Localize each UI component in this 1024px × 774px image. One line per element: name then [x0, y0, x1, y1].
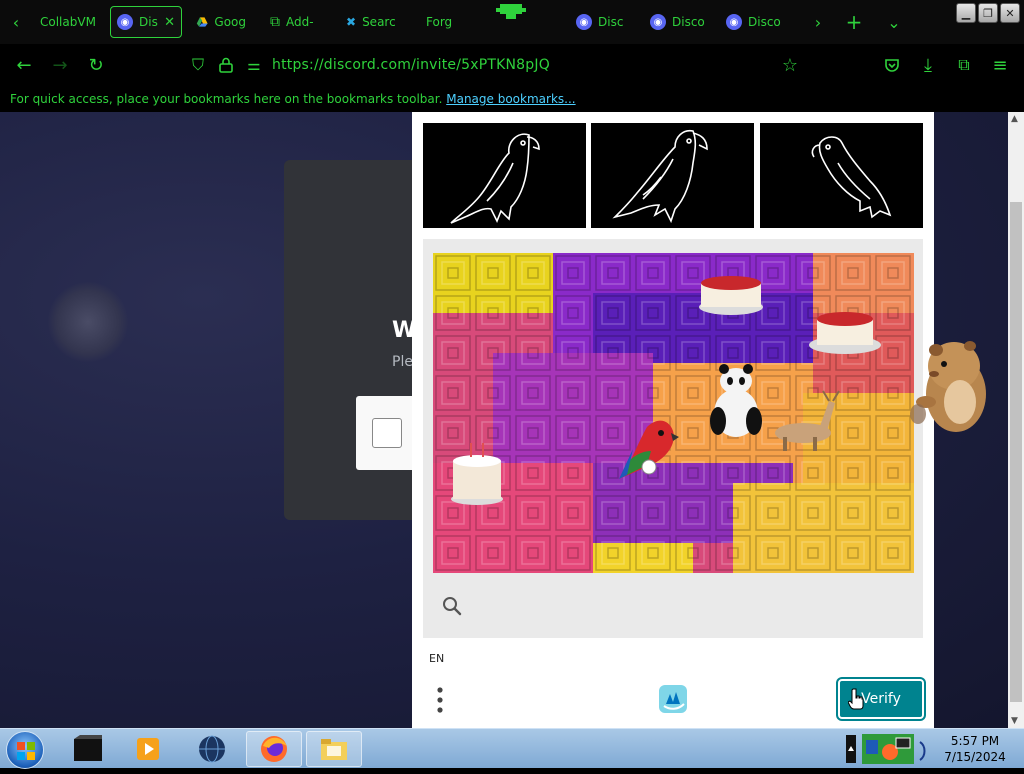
tab-discord-2[interactable]: ◉ Disc — [570, 6, 638, 38]
tab-discord-active[interactable]: ◉ Dis ✕ — [110, 6, 182, 38]
tab-strip: ‹ CollabVM ◉ Dis ✕ Goog ⧉ Add- ✖ Searc F… — [0, 0, 1024, 44]
discord-icon: ◉ — [726, 14, 742, 30]
clock-date: 7/15/2024 — [944, 750, 1006, 764]
media-player-icon — [137, 738, 159, 760]
taskbar-media-player[interactable] — [120, 731, 176, 767]
google-drive-icon — [196, 17, 208, 27]
bookmarks-toolbar: For quick access, place your bookmarks h… — [0, 86, 1024, 112]
back-icon[interactable]: ← — [12, 53, 36, 77]
downloads-icon[interactable]: ⤓ — [916, 53, 940, 77]
discord-icon: ◉ — [117, 14, 133, 30]
network-icon — [866, 740, 878, 754]
restore-icon[interactable]: ❐ — [978, 3, 998, 23]
page-scrollbar[interactable]: ▲ ▼ — [1008, 112, 1024, 728]
taskbar-terminal[interactable] — [60, 731, 116, 767]
more-options-icon[interactable] — [436, 686, 444, 714]
alien-icon — [496, 2, 526, 20]
tab-label: Disco — [748, 15, 781, 29]
bookmark-star-icon[interactable]: ☆ — [778, 53, 802, 77]
challenge-area — [423, 239, 923, 638]
minimize-icon[interactable]: ▁ — [956, 3, 976, 23]
permissions-icon[interactable]: ⚌ — [242, 53, 266, 77]
language-selector[interactable]: EN — [429, 652, 444, 665]
forward-icon[interactable]: → — [48, 53, 72, 77]
puzzle-icon: ⧉ — [270, 14, 280, 30]
reload-icon[interactable]: ↻ — [84, 53, 108, 77]
firefox-icon — [261, 736, 287, 762]
tab-search[interactable]: ✖ Searc — [340, 6, 410, 38]
taskbar-clock[interactable]: 5:57 PM 7/15/2024 — [940, 733, 1010, 765]
tab-discord-3[interactable]: ◉ Disco — [644, 6, 712, 38]
background-orb — [48, 282, 128, 362]
taskbar-file-manager[interactable] — [306, 731, 362, 767]
monitor-tray-icon — [895, 737, 911, 749]
shield-icon[interactable]: ⛉ — [186, 53, 210, 77]
zoom-icon[interactable] — [441, 595, 463, 617]
close-tab-icon[interactable]: ✕ — [164, 15, 175, 30]
tab-collabvm[interactable]: CollabVM — [34, 6, 100, 38]
manage-bookmarks-link[interactable]: Manage bookmarks... — [446, 92, 575, 106]
extensions-icon[interactable]: ⧉ — [952, 53, 976, 77]
discord-icon: ◉ — [576, 14, 592, 30]
scroll-up-icon[interactable]: ▲ — [1011, 114, 1018, 124]
card-subtext: Ple — [392, 354, 413, 370]
start-button[interactable] — [6, 731, 44, 769]
discord-icon: ◉ — [650, 14, 666, 30]
tab-label: Disco — [672, 15, 705, 29]
example-image-parrot-2 — [591, 123, 754, 228]
show-hidden-icons-icon[interactable] — [846, 735, 856, 763]
blue-x-icon: ✖ — [346, 15, 357, 29]
windows-taskbar: 5:57 PM 7/15/2024 — [0, 728, 1024, 769]
new-tab-icon[interactable]: + — [842, 10, 866, 34]
tab-label: Searc — [362, 15, 396, 29]
tab-forg[interactable]: Forg — [420, 6, 486, 38]
volume-icon — [919, 741, 926, 761]
tab-label: CollabVM — [40, 15, 96, 29]
captcha-checkbox[interactable] — [372, 418, 402, 448]
cake-object — [699, 276, 763, 315]
windows-logo-icon — [17, 742, 35, 760]
clock-time: 5:57 PM — [950, 734, 1000, 748]
taskbar-globe[interactable] — [184, 731, 240, 767]
globe-icon — [199, 735, 225, 763]
menu-hamburger-icon[interactable]: ≡ — [988, 53, 1012, 77]
tab-label: Forg — [426, 15, 453, 29]
tab-label: Dis — [139, 15, 158, 29]
hcaptcha-challenge: EN Verify — [412, 112, 934, 728]
close-window-icon[interactable]: ✕ — [1000, 3, 1020, 23]
tab-google-drive[interactable]: Goog — [190, 6, 252, 38]
hand-cursor-icon — [848, 688, 864, 710]
file-manager-icon — [321, 739, 347, 760]
terminal-icon — [74, 735, 102, 761]
scroll-down-icon[interactable]: ▼ — [1011, 716, 1018, 726]
example-image-parrot-3 — [760, 123, 923, 228]
bookmarks-message: For quick access, place your bookmarks h… — [10, 92, 443, 106]
hcaptcha-logo-icon — [659, 685, 687, 713]
list-all-tabs-icon[interactable]: ⌄ — [882, 10, 906, 34]
example-image-parrot-1 — [423, 123, 586, 228]
taskbar-firefox[interactable] — [246, 731, 302, 767]
tab-addons[interactable]: ⧉ Add- — [264, 6, 330, 38]
tab-label: Goog — [214, 15, 246, 29]
hamster-overlay-image — [910, 341, 986, 432]
scrollbar-thumb[interactable] — [1010, 202, 1022, 702]
tab-label: Disc — [598, 15, 624, 29]
pocket-icon[interactable] — [880, 53, 904, 77]
captcha-checkbox-widget — [356, 396, 416, 470]
cake-object — [809, 312, 881, 354]
tab-scroll-left-icon[interactable]: ‹ — [4, 10, 28, 34]
lock-icon[interactable] — [214, 53, 238, 77]
navigation-bar: ← → ↻ ⛉ ⚌ https://discord.com/invite/5xP… — [0, 44, 1024, 86]
system-tray — [862, 734, 926, 764]
tab-label: Add- — [286, 15, 314, 29]
tab-scroll-right-icon[interactable]: › — [806, 10, 830, 34]
challenge-image[interactable] — [433, 253, 914, 573]
tab-discord-4[interactable]: ◉ Disco — [720, 6, 792, 38]
url-field[interactable]: https://discord.com/invite/5xPTKN8pJQ — [272, 57, 550, 73]
